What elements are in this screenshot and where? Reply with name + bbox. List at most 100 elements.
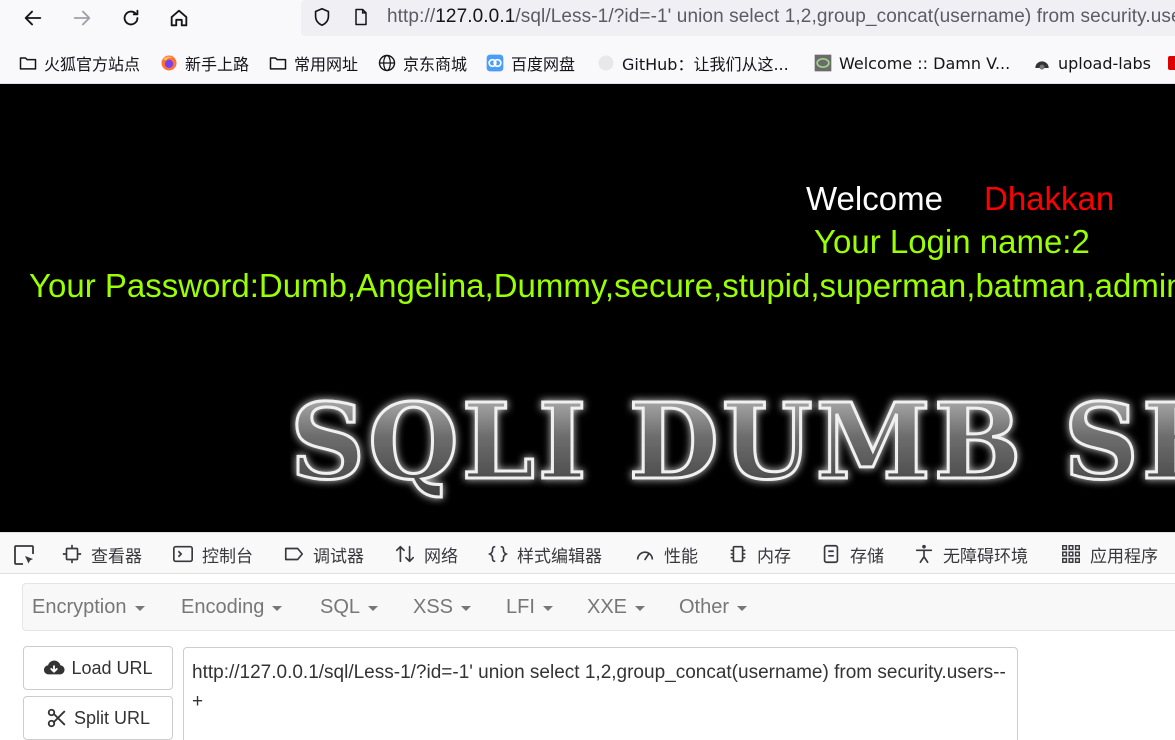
caret-down-icon <box>461 606 472 611</box>
tab-storage[interactable]: 存储 <box>820 542 884 567</box>
welcome-name: Dhakkan <box>984 180 1115 217</box>
tab-accessibility[interactable]: 无障碍环境 <box>913 542 1028 567</box>
hackbar-panel: Encryption Encoding SQL XSS LFI XXE Othe… <box>0 575 1175 740</box>
tab-label: 无障碍环境 <box>943 546 1028 567</box>
bookmark-item[interactable]: 常用网址 <box>268 52 358 74</box>
sqli-dumb-series-banner: SQLI DUMB SERIES <box>290 386 1175 505</box>
tab-memory[interactable]: 内存 <box>727 542 791 567</box>
page-content: Welcome Dhakkan Your Login name:2 Your P… <box>0 84 1175 532</box>
menu-sql[interactable]: SQL <box>320 596 379 619</box>
split-url-label: Split URL <box>73 707 151 728</box>
globe-icon <box>377 53 397 73</box>
tab-application[interactable]: 应用程序 <box>1060 542 1158 567</box>
cloud-download-icon <box>44 660 66 675</box>
bookmark-item[interactable]: 京东商城 <box>377 52 467 74</box>
welcome-label: Welcome <box>806 180 943 217</box>
browser-toolbar: http://127.0.0.1/sql/Less-1/?id=-1' unio… <box>0 0 1175 40</box>
memory-icon <box>730 545 746 563</box>
tab-label: 样式编辑器 <box>517 546 602 567</box>
forward-button[interactable] <box>66 2 98 34</box>
folder-icon <box>268 53 288 73</box>
tab-label: 控制台 <box>202 546 253 567</box>
tab-label: 内存 <box>757 546 791 567</box>
page-info-icon[interactable] <box>351 6 371 28</box>
url-host: 127.0.0.1 <box>435 6 516 27</box>
tab-label: 调试器 <box>313 546 364 567</box>
menu-label: SQL <box>320 596 361 618</box>
menu-encryption[interactable]: Encryption <box>32 596 145 619</box>
back-button[interactable] <box>17 2 49 34</box>
hackbar-menu: Encryption Encoding SQL XSS LFI XXE Othe… <box>22 583 1175 631</box>
application-icon <box>1062 545 1080 563</box>
bookmark-item[interactable]: 火狐官方站点 <box>18 52 140 74</box>
bookmark-item[interactable]: Welcome :: Damn V... <box>813 52 1010 74</box>
tab-label: 网络 <box>424 546 458 567</box>
tab-label: 性能 <box>664 546 698 567</box>
url-scheme: http:// <box>387 6 436 27</box>
dvwa-icon <box>813 53 833 73</box>
baidu-netdisk-icon <box>485 53 505 73</box>
caret-down-icon <box>134 606 145 611</box>
performance-icon <box>636 551 654 561</box>
bookmark-label: 新手上路 <box>185 55 250 74</box>
menu-xxe[interactable]: XXE <box>587 596 646 619</box>
login-name-line: Your Login name:2 <box>814 223 1090 260</box>
menu-label: LFI <box>506 596 535 618</box>
bookmark-label: 火狐官方站点 <box>44 55 141 74</box>
tab-style-editor[interactable]: 样式编辑器 <box>487 542 602 567</box>
tracking-protection-shield-icon[interactable] <box>311 6 333 28</box>
overflow-bookmark-icon[interactable] <box>1168 56 1175 70</box>
tab-network[interactable]: 网络 <box>394 542 458 567</box>
tab-label: 存储 <box>850 546 884 567</box>
menu-encoding[interactable]: Encoding <box>181 596 283 619</box>
menu-xss[interactable]: XSS <box>413 596 472 619</box>
reload-button[interactable] <box>115 2 147 34</box>
folder-icon <box>18 53 38 73</box>
bookmark-label: 百度网盘 <box>511 55 576 74</box>
bookmarks-toolbar: 火狐官方站点 新手上路 常用网址 京东商城 百度网盘 GitHub：让我们从这.… <box>0 40 1175 84</box>
tab-console[interactable]: 控制台 <box>172 542 253 567</box>
bookmark-item[interactable]: 新手上路 <box>159 52 249 74</box>
url-textarea[interactable]: http://127.0.0.1/sql/Less-1/?id=-1' unio… <box>183 647 1018 740</box>
tab-label: 查看器 <box>91 546 142 567</box>
storage-icon <box>823 544 839 564</box>
inspector-icon <box>62 544 82 564</box>
url-path: /sql/Less-1/?id=-1' union select 1,2,gro… <box>515 6 1175 27</box>
tab-debugger[interactable]: 调试器 <box>283 542 364 567</box>
tab-label: 应用程序 <box>1090 546 1158 567</box>
tab-inspector[interactable]: 查看器 <box>61 542 142 567</box>
bookmark-label: Welcome :: Damn V... <box>839 53 1011 73</box>
menu-other[interactable]: Other <box>679 596 748 619</box>
address-bar[interactable]: http://127.0.0.1/sql/Less-1/?id=-1' unio… <box>301 0 1175 36</box>
password-line: Your Password:Dumb,Angelina,Dummy,secure… <box>29 267 1175 304</box>
bookmark-item[interactable]: 百度网盘 <box>485 52 575 74</box>
bookmark-label: GitHub：让我们从这... <box>622 55 789 74</box>
menu-lfi[interactable]: LFI <box>506 596 553 619</box>
load-url-label: Load URL <box>71 657 153 678</box>
arrow-left-icon <box>24 10 42 26</box>
caret-down-icon <box>542 606 553 611</box>
console-icon <box>173 545 193 563</box>
url-text[interactable]: http://127.0.0.1/sql/Less-1/?id=-1' unio… <box>387 6 1175 28</box>
accessibility-icon <box>915 544 933 564</box>
menu-label: Other <box>679 596 730 618</box>
scissors-icon <box>47 708 66 728</box>
menu-label: Encryption <box>32 596 127 618</box>
split-url-button[interactable]: Split URL <box>23 696 173 740</box>
tab-performance[interactable]: 性能 <box>634 542 698 567</box>
bookmark-item[interactable]: GitHub：让我们从这... <box>596 52 789 74</box>
load-url-button[interactable]: Load URL <box>23 646 173 690</box>
menu-label: XSS <box>413 596 454 618</box>
devtools-toolbar: 查看器 控制台 调试器 网络 样式编辑器 性能 内存 存储 无障碍环境 应用程序 <box>0 532 1175 574</box>
home-button[interactable] <box>163 2 195 34</box>
element-picker-icon[interactable] <box>12 543 36 567</box>
style-editor-icon <box>487 545 509 563</box>
arrow-right-icon <box>73 10 91 26</box>
upload-labs-icon <box>1032 53 1052 73</box>
firefox-icon <box>159 53 179 73</box>
bookmark-label: 常用网址 <box>294 55 359 74</box>
bookmark-item[interactable]: upload-labs <box>1032 52 1151 74</box>
bookmark-label: 京东商城 <box>403 55 468 74</box>
menu-label: XXE <box>587 596 628 618</box>
reload-icon <box>123 9 139 26</box>
